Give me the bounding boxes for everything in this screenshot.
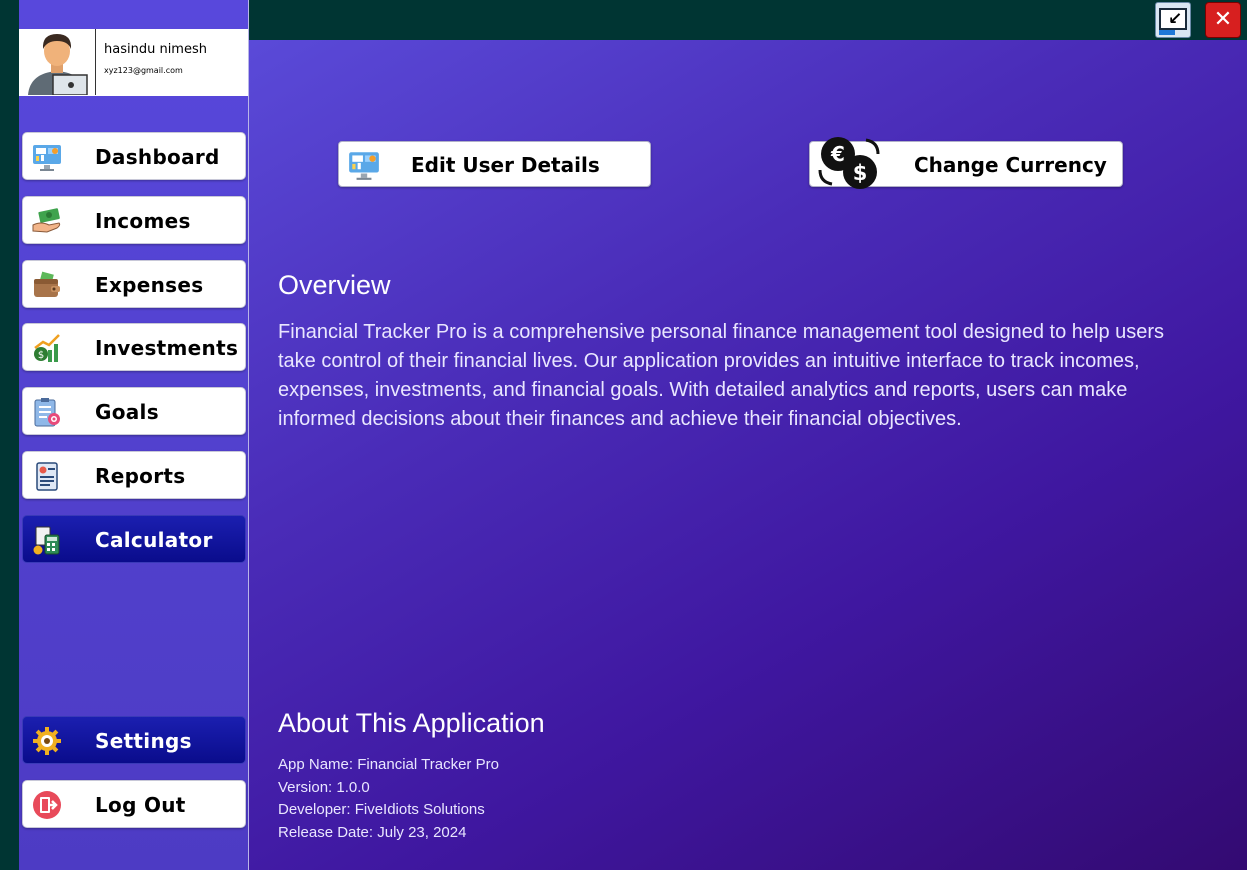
settings-label: Settings [95, 729, 192, 753]
overview-heading: Overview [278, 270, 391, 300]
about-app-name: App Name: Financial Tracker Pro [278, 756, 499, 773]
svg-text:$: $ [38, 350, 44, 361]
about-release-date: Release Date: July 23, 2024 [278, 824, 467, 841]
logout-button[interactable]: Log Out [22, 780, 246, 828]
overview-description: Financial Tracker Pro is a comprehensive… [278, 321, 1165, 430]
about-developer: Developer: FiveIdiots Solutions [278, 801, 485, 818]
user-name: hasindu nimesh [104, 42, 207, 57]
sidebar-item-label: Goals [95, 400, 159, 424]
sidebar-item-label: Dashboard [95, 145, 220, 169]
window-frame-left [0, 0, 19, 870]
sidebar-item-label: Reports [95, 464, 186, 488]
svg-text:$: $ [853, 161, 868, 185]
sidebar-item-investments[interactable]: $ Investments [22, 323, 246, 371]
sidebar-item-label: Incomes [95, 209, 191, 233]
money-hand-icon [31, 205, 63, 237]
dashboard-icon [347, 148, 381, 186]
change-currency-label: Change Currency [914, 153, 1107, 177]
close-window-button[interactable]: ✕ [1205, 2, 1241, 38]
edit-user-details-label: Edit User Details [411, 153, 600, 177]
sidebar-item-reports[interactable]: Reports [22, 451, 246, 499]
change-currency-button[interactable]: € $ Change Currency [809, 137, 1123, 189]
sidebar: hasindu nimesh xyz123@gmail.com Dashboar… [19, 0, 249, 870]
calculator-icon [31, 524, 63, 556]
main-content: Edit User Details € $ Change Currency Ove… [249, 40, 1247, 870]
title-bar [249, 0, 1247, 40]
sidebar-item-goals[interactable]: Goals [22, 387, 246, 435]
restore-window-button[interactable]: ↙ [1155, 2, 1191, 38]
about-heading: About This Application [278, 708, 545, 738]
wallet-icon [31, 269, 63, 301]
currency-exchange-icon: € $ [816, 136, 882, 196]
logout-icon [31, 789, 63, 821]
shrink-arrow-icon: ↙ [1168, 9, 1183, 29]
avatar [20, 29, 96, 95]
sidebar-item-incomes[interactable]: Incomes [22, 196, 246, 244]
sidebar-item-label: Calculator [95, 528, 213, 552]
report-icon [31, 460, 63, 492]
sidebar-item-calculator[interactable]: Calculator [22, 515, 246, 563]
settings-button[interactable]: Settings [22, 716, 246, 764]
logout-label: Log Out [95, 793, 186, 817]
sidebar-item-dashboard[interactable]: Dashboard [22, 132, 246, 180]
sidebar-item-label: Investments [95, 336, 239, 360]
investment-growth-icon: $ [31, 332, 63, 364]
sidebar-item-expenses[interactable]: Expenses [22, 260, 246, 308]
svg-text:€: € [830, 142, 845, 166]
dashboard-icon [31, 141, 63, 173]
edit-user-details-button[interactable]: Edit User Details [338, 141, 651, 187]
user-profile-card: hasindu nimesh xyz123@gmail.com [19, 29, 248, 96]
about-version: Version: 1.0.0 [278, 779, 370, 796]
sidebar-item-label: Expenses [95, 273, 204, 297]
user-email: xyz123@gmail.com [104, 66, 183, 75]
goal-checklist-icon [31, 396, 63, 428]
gear-icon [31, 725, 63, 757]
